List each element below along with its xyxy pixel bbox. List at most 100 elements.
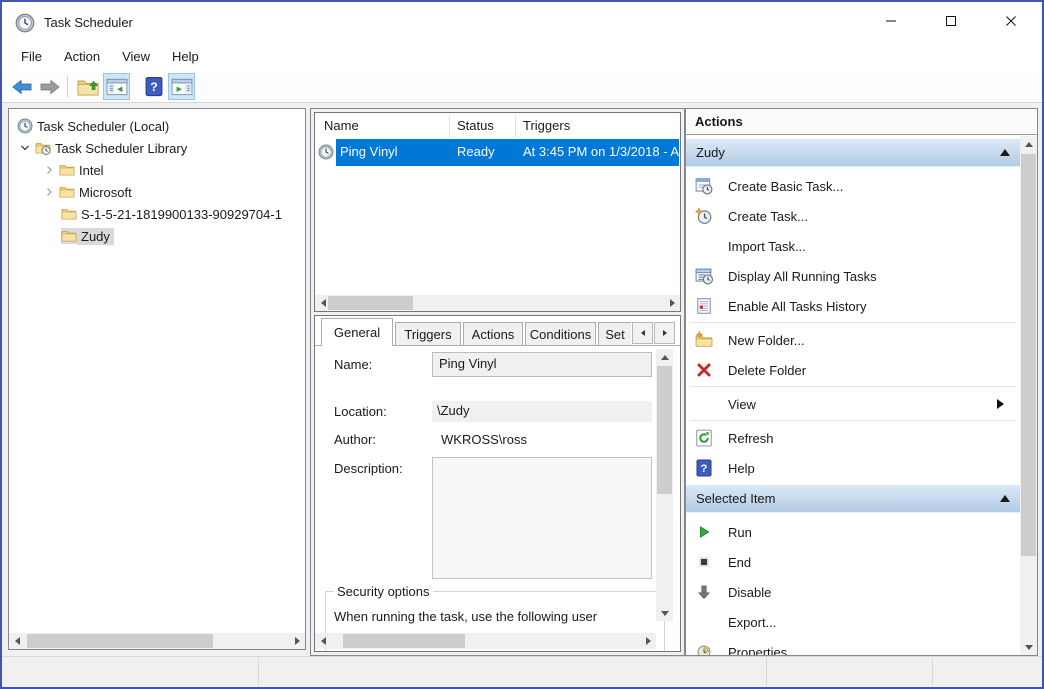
tree-item-task-scheduler-local[interactable]: Task Scheduler (Local) [9,115,305,137]
menu-help[interactable]: Help [161,44,210,70]
tab-scroll-right-button[interactable] [654,322,675,344]
scroll-up-button[interactable] [656,349,673,365]
collapse-arrow-icon[interactable] [1000,149,1010,156]
column-header-triggers[interactable]: Triggers [523,113,570,139]
collapse-arrow-icon[interactable] [1000,495,1010,502]
scroll-right-button[interactable] [640,633,656,649]
chevron-right-icon[interactable] [41,162,57,178]
status-bar-separator [766,658,767,686]
scroll-left-button[interactable] [315,633,331,649]
tab-scroll-left-button[interactable] [632,322,653,344]
task-details-panel: General Triggers Actions Conditions Set … [314,315,681,652]
tree-item-zudy[interactable]: Zudy [9,225,305,247]
chevron-right-icon[interactable] [41,184,57,200]
library-folder-icon [35,140,51,156]
actions-separator [690,386,1016,387]
close-button[interactable] [988,4,1034,38]
scroll-down-button[interactable] [656,605,673,621]
scroll-right-button[interactable] [289,633,305,649]
group-header-zudy[interactable]: Zudy [686,139,1020,167]
action-refresh[interactable]: Refresh [686,423,1018,453]
column-separator[interactable] [449,115,450,137]
tab-settings-truncated[interactable]: Set [598,322,631,345]
action-delete-folder[interactable]: Delete Folder [686,355,1018,385]
chevron-down-icon[interactable] [17,140,33,156]
action-enable-all-tasks-history[interactable]: Enable All Tasks History [686,291,1018,321]
help-toolbar-button[interactable]: ? [140,73,167,100]
svg-text:?: ? [701,463,708,475]
column-header-name[interactable]: Name [324,113,359,139]
name-input[interactable]: Ping Vinyl [432,352,652,377]
back-button[interactable] [8,73,35,100]
group-header-selected-item[interactable]: Selected Item [686,485,1020,513]
action-display-all-running-tasks[interactable]: Display All Running Tasks [686,261,1018,291]
description-textarea[interactable] [432,457,652,579]
menu-view[interactable]: View [111,44,161,70]
scroll-down-button[interactable] [1020,639,1037,655]
column-header-status[interactable]: Status [457,113,494,139]
location-value: \Zudy [432,401,652,422]
action-help[interactable]: ? Help [686,453,1018,483]
folder-icon [59,184,75,200]
help-icon: ? [695,459,713,477]
action-import-task[interactable]: Import Task... [686,231,1018,261]
column-separator[interactable] [515,115,516,137]
tree-item-microsoft[interactable]: Microsoft [9,181,305,203]
action-create-task[interactable]: Create Task... [686,201,1018,231]
task-scheduler-window: Task Scheduler File Action View Help [0,0,1044,689]
action-view[interactable]: View [686,389,1018,419]
menu-file[interactable]: File [10,44,53,70]
up-one-level-button[interactable] [74,73,101,100]
status-bar-separator [258,658,259,686]
folder-icon [59,162,75,178]
forward-button[interactable] [36,73,63,100]
tree-item-sid-folder[interactable]: S-1-5-21-1819900133-90929704-1 [9,203,305,225]
action-export[interactable]: Export... [686,607,1018,637]
minimize-icon [885,15,897,27]
up-one-level-icon [77,77,99,97]
action-create-basic-task[interactable]: Create Basic Task... [686,171,1018,201]
forward-arrow-icon [39,78,61,96]
tree-horizontal-scrollbar[interactable] [9,633,305,649]
show-action-pane-button[interactable] [168,73,195,100]
menu-bar: File Action View Help [2,44,1042,70]
scrollbar-thumb[interactable] [657,366,672,494]
svg-text:?: ? [150,80,158,94]
author-value: WKROSS\ross [441,432,527,447]
tree-item-task-scheduler-library[interactable]: Task Scheduler Library [9,137,305,159]
minimize-button[interactable] [868,4,914,38]
actions-vertical-scrollbar[interactable] [1020,136,1037,655]
tab-actions[interactable]: Actions [463,322,523,345]
submenu-arrow-icon [997,399,1004,409]
security-options-legend: Security options [334,584,433,599]
action-run[interactable]: Run [686,517,1018,547]
scrollbar-thumb[interactable] [1021,154,1036,556]
scrollbar-thumb[interactable] [328,296,413,310]
no-icon [695,395,713,413]
enable-history-icon [695,297,713,315]
action-properties[interactable]: Properties [686,637,1018,656]
tree-item-intel[interactable]: Intel [9,159,305,181]
maximize-icon [945,15,957,27]
actions-pane: Actions Zudy Create Basic Task... Create… [685,108,1038,656]
scroll-left-button[interactable] [9,633,25,649]
action-new-folder[interactable]: New Folder... [686,325,1018,355]
tab-triggers[interactable]: Triggers [395,322,461,345]
action-end[interactable]: End [686,547,1018,577]
action-disable[interactable]: Disable [686,577,1018,607]
scrollbar-thumb[interactable] [343,634,465,648]
display-running-tasks-icon [695,267,713,285]
tab-conditions[interactable]: Conditions [525,322,596,345]
action-pane-icon [171,78,193,96]
details-horizontal-scrollbar[interactable] [315,633,656,649]
maximize-button[interactable] [928,4,974,38]
tab-general[interactable]: General [321,318,393,346]
scrollbar-thumb[interactable] [27,634,213,648]
task-row-ping-vinyl[interactable]: Ping Vinyl Ready At 3:45 PM on 1/3/2018 … [315,139,680,166]
list-horizontal-scrollbar[interactable] [315,295,680,311]
scroll-right-button[interactable] [664,295,680,311]
details-vertical-scrollbar[interactable] [656,349,673,621]
scroll-up-button[interactable] [1020,136,1037,152]
menu-action[interactable]: Action [53,44,111,70]
show-console-tree-button[interactable] [103,73,130,100]
